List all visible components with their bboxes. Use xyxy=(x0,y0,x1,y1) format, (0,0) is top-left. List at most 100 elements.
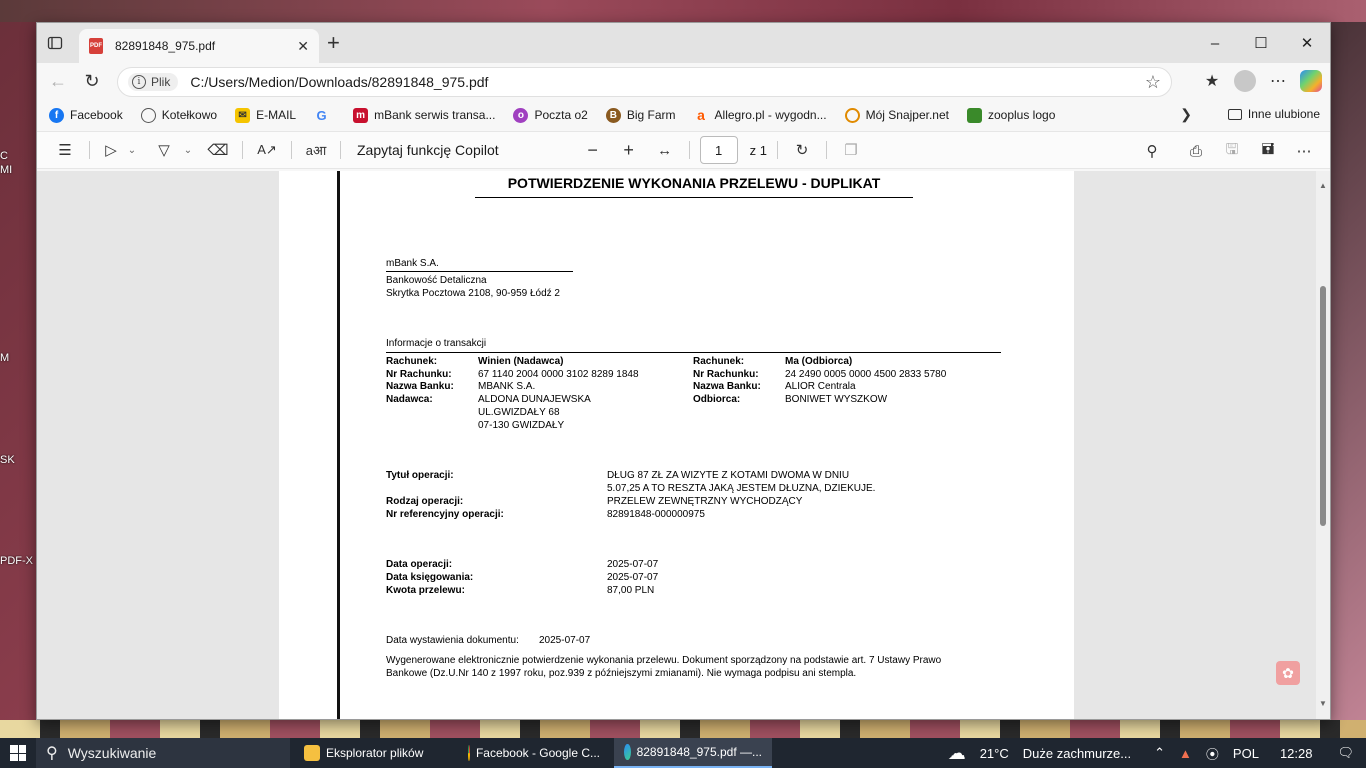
search-icon[interactable]: ⚲ xyxy=(1138,137,1166,165)
rotate-icon[interactable]: ↻ xyxy=(788,136,816,164)
clock-time[interactable]: 12:28 xyxy=(1280,746,1313,761)
network-icon[interactable]: ⦿ xyxy=(1206,744,1219,763)
pdf-more-options-icon[interactable]: ⋯ xyxy=(1290,137,1318,165)
favorite-allegro[interactable]: a Allegro.pl - wygodn... xyxy=(694,107,826,123)
favorite-snajper[interactable]: Mój Snajper.net xyxy=(844,107,949,123)
show-hidden-icons-chevron-icon[interactable]: ⌃ xyxy=(1154,745,1165,761)
receiver-party-line: BONIWET WYSZKOW xyxy=(785,394,888,405)
other-favorites[interactable]: Inne ulubione xyxy=(1227,107,1320,121)
sender-nr-value: 67 1140 2004 0000 3102 8289 1848 xyxy=(478,369,639,380)
ref-value: 82891848-000000975 xyxy=(607,509,705,520)
scroll-up-arrow-icon[interactable]: ▲ xyxy=(1319,181,1327,190)
taskbar: ⚲ Wyszukiwanie Eksplorator plików Facebo… xyxy=(0,738,1366,768)
copilot-icon[interactable] xyxy=(1300,70,1322,92)
tab-close-button[interactable]: ✕ xyxy=(297,38,309,55)
issue-date-value: 2025-07-07 xyxy=(539,635,591,646)
favorite-kotelkowo[interactable]: Kotełkowo xyxy=(140,107,217,123)
favorite-email[interactable]: ✉ E-MAIL xyxy=(235,107,297,123)
save-icon[interactable]: 🖫 xyxy=(1218,137,1246,165)
translate-icon[interactable]: aआ xyxy=(302,136,330,164)
favorite-big-farm[interactable]: B Big Farm xyxy=(605,107,676,123)
receiver-account-value: Ma (Odbiorca) xyxy=(785,356,853,367)
favorite-label: zooplus logo xyxy=(987,108,1056,122)
minimize-button[interactable]: – xyxy=(1192,23,1238,63)
more-options-icon[interactable]: ⋯ xyxy=(1264,67,1292,95)
toolbar-divider xyxy=(291,141,292,159)
draw-icon[interactable]: ▽ xyxy=(150,136,178,164)
new-tab-button[interactable]: + xyxy=(327,32,340,54)
highlight-icon[interactable]: ▷ xyxy=(100,136,122,164)
zoom-in-icon[interactable]: + xyxy=(615,136,643,164)
receiver-account-label: Rachunek: xyxy=(693,356,745,367)
language-indicator[interactable]: POL xyxy=(1233,746,1259,761)
page-view-icon[interactable]: ❐ xyxy=(837,136,865,164)
issue-date-label: Data wystawienia dokumentu: xyxy=(386,635,519,646)
bank-address: Skrytka Pocztowa 2108, 90-959 Łódź 2 xyxy=(386,288,560,299)
weather-cloud-icon[interactable]: ☁ xyxy=(948,743,966,764)
favorite-label: E-MAIL xyxy=(256,108,297,122)
eraser-icon[interactable]: ⌫ xyxy=(204,136,232,164)
zoom-out-icon[interactable]: − xyxy=(579,136,607,164)
favorites-bar: f Facebook Kotełkowo ✉ E-MAIL G m mBank ser… xyxy=(37,99,1330,131)
vertical-scrollbar[interactable]: ▲ ▼ xyxy=(1316,171,1330,719)
op-date-value: 2025-07-07 xyxy=(607,559,659,570)
notifications-icon[interactable]: 🗨 xyxy=(1337,745,1354,761)
favorite-star-icon[interactable]: ☆ xyxy=(1145,72,1161,93)
footer-note-line: Wygenerowane elektronicznie potwierdzeni… xyxy=(386,655,942,666)
favorite-google[interactable]: G xyxy=(314,108,335,123)
site-info-button[interactable]: i Plik xyxy=(128,73,179,91)
favorite-zooplus[interactable]: zooplus logo xyxy=(966,107,1056,123)
receiver-bank-label: Nazwa Banku: xyxy=(693,381,761,392)
favorite-label: Big Farm xyxy=(626,108,676,122)
desktop-label: M xyxy=(0,352,10,364)
read-aloud-icon[interactable]: A↗ xyxy=(253,136,281,164)
pdf-file-icon: PDF xyxy=(89,38,103,54)
scroll-down-arrow-icon[interactable]: ▼ xyxy=(1319,699,1327,708)
maximize-button[interactable]: ☐ xyxy=(1238,23,1284,63)
address-bar-row: ← ↻ i Plik C:/Users/Medion/Downloads/828… xyxy=(37,63,1330,99)
taskbar-app-explorer[interactable]: Eksplorator plików xyxy=(294,738,454,768)
volume-icon[interactable]: ▲ xyxy=(1179,746,1192,761)
favorite-mbank[interactable]: m mBank serwis transa... xyxy=(353,107,495,123)
taskbar-app-chrome[interactable]: Facebook - Google C... xyxy=(458,738,610,768)
copilot-ask-button[interactable]: Zapytaj funkcję Copilot xyxy=(357,142,499,158)
favorites-icon[interactable]: ★ xyxy=(1198,67,1226,95)
print-icon[interactable]: ⎙ xyxy=(1182,137,1210,165)
close-window-button[interactable]: ✕ xyxy=(1284,23,1330,63)
save-as-icon[interactable]: 🖬 xyxy=(1254,137,1282,165)
window-controls: – ☐ ✕ xyxy=(1192,23,1330,63)
favorite-poczta-o2[interactable]: o Poczta o2 xyxy=(513,107,588,123)
start-button[interactable] xyxy=(0,738,36,768)
page-number-input[interactable]: 1 xyxy=(699,136,738,164)
back-button[interactable]: ← xyxy=(41,65,75,97)
favorites-more-chevron-icon[interactable]: ❯ xyxy=(1180,106,1192,123)
info-icon: i xyxy=(132,75,146,89)
acrobat-icon[interactable]: ✿ xyxy=(1276,661,1300,685)
toolbar-divider xyxy=(825,141,827,159)
globe-icon xyxy=(140,107,156,123)
tab-actions-icon[interactable] xyxy=(47,35,65,51)
fit-width-icon[interactable]: ↔ xyxy=(651,136,679,164)
scrollbar-thumb[interactable] xyxy=(1320,286,1326,526)
profile-avatar[interactable] xyxy=(1234,70,1256,92)
url-text[interactable]: C:/Users/Medion/Downloads/82891848_975.p… xyxy=(190,74,1145,90)
highlight-options-chevron-icon[interactable]: ⌄ xyxy=(122,136,142,164)
tab-pdf[interactable]: PDF 82891848_975.pdf ✕ xyxy=(79,29,319,63)
refresh-button[interactable]: ↻ xyxy=(75,65,109,97)
contents-list-icon[interactable]: ☰ xyxy=(51,136,79,164)
taskbar-app-edge[interactable]: 82891848_975.pdf —... xyxy=(614,738,772,768)
document-content: POTWIERDZENIE WYKONANIA PRZELEWU - DUPLI… xyxy=(279,171,1074,719)
weather-desc[interactable]: Duże zachmurze... xyxy=(1023,746,1131,761)
favorite-label: Facebook xyxy=(70,108,123,122)
tab-bar: PDF 82891848_975.pdf ✕ + – ☐ ✕ xyxy=(37,23,1330,63)
allegro-icon: a xyxy=(697,107,705,123)
divider xyxy=(386,352,1001,353)
favorite-facebook[interactable]: f Facebook xyxy=(49,107,123,123)
draw-options-chevron-icon[interactable]: ⌄ xyxy=(178,136,198,164)
desktop-label: MI xyxy=(0,164,13,176)
address-bar[interactable]: i Plik C:/Users/Medion/Downloads/8289184… xyxy=(117,67,1172,97)
weather-temp[interactable]: 21°C xyxy=(980,746,1009,761)
pdf-viewer: POTWIERDZENIE WYKONANIA PRZELEWU - DUPLI… xyxy=(37,171,1330,719)
taskbar-search[interactable]: ⚲ Wyszukiwanie xyxy=(36,738,290,768)
sender-bank-label: Nazwa Banku: xyxy=(386,381,454,392)
